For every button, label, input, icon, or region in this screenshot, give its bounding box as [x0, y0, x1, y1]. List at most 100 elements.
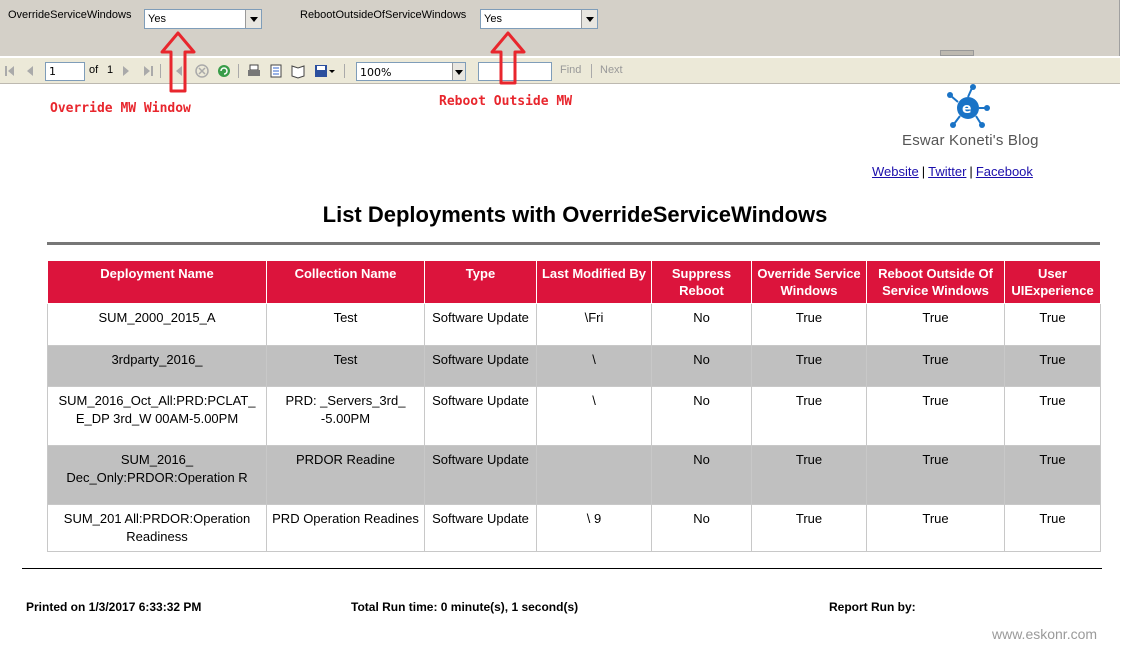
page-of-label: of	[89, 64, 99, 76]
type-cell: Software Update	[424, 504, 537, 552]
column-header: User UIExperience	[1004, 260, 1101, 304]
column-header: Suppress Reboot	[651, 260, 752, 304]
last-page-icon[interactable]	[140, 63, 156, 79]
column-header: Deployment Name	[47, 260, 267, 304]
run-time-text: Total Run time: 0 minute(s), 1 second(s)	[351, 600, 579, 614]
column-header: Last Modified By	[536, 260, 652, 304]
column-header: Type	[424, 260, 537, 304]
social-links: Website | Twitter | Facebook	[872, 164, 1033, 179]
find-link[interactable]: Find	[560, 64, 581, 76]
print-icon[interactable]	[246, 63, 262, 79]
override-param-value: Yes	[148, 13, 166, 25]
svg-text:e: e	[962, 101, 972, 117]
title-divider	[47, 242, 1100, 245]
chevron-down-icon[interactable]	[452, 63, 465, 80]
modified-by-cell: \Fri	[536, 303, 652, 346]
user-ux-cell: True	[1004, 504, 1101, 552]
override-cell: True	[751, 445, 867, 505]
override-param-label: OverrideServiceWindows	[8, 9, 132, 21]
column-header: Reboot Outside Of Service Windows	[866, 260, 1005, 304]
deployment-name-cell: SUM_2016_ Dec_Only:PRDOR:Operation R	[47, 445, 267, 505]
collection-name-cell: PRDOR Readine	[266, 445, 425, 505]
zoom-select[interactable]: 100%	[356, 62, 466, 81]
chevron-down-icon[interactable]	[581, 10, 597, 28]
modified-by-cell	[536, 445, 652, 505]
refresh-icon[interactable]	[216, 63, 232, 79]
suppress-reboot-cell: No	[651, 386, 752, 446]
reboot-outside-cell: True	[866, 504, 1005, 552]
report-run-by-text: Report Run by:	[829, 600, 916, 614]
page-total-label: 1	[107, 64, 114, 76]
annotation-override-label: Override MW Window	[50, 101, 191, 116]
type-cell: Software Update	[424, 445, 537, 505]
override-cell: True	[751, 504, 867, 552]
suppress-reboot-cell: No	[651, 303, 752, 346]
facebook-link[interactable]: Facebook	[976, 164, 1033, 179]
next-link[interactable]: Next	[600, 64, 623, 76]
modified-by-cell: \ 9	[536, 504, 652, 552]
user-ux-cell: True	[1004, 386, 1101, 446]
column-header: Collection Name	[266, 260, 425, 304]
type-cell: Software Update	[424, 386, 537, 446]
blog-name: Eswar Koneti's Blog	[902, 132, 1039, 149]
deployment-name-cell: SUM_201 All:PRDOR:Operation Readiness	[47, 504, 267, 552]
reboot-outside-cell: True	[866, 345, 1005, 387]
page-setup-icon[interactable]	[290, 63, 306, 79]
type-cell: Software Update	[424, 303, 537, 346]
reboot-outside-cell: True	[866, 303, 1005, 346]
chevron-down-icon[interactable]	[328, 63, 336, 79]
user-ux-cell: True	[1004, 345, 1101, 387]
twitter-link[interactable]: Twitter	[928, 164, 966, 179]
collapse-parameters-button[interactable]	[940, 50, 974, 56]
collection-name-cell: PRD: _Servers_3rd_ -5.00PM	[266, 386, 425, 446]
suppress-reboot-cell: No	[651, 504, 752, 552]
collection-name-cell: Test	[266, 303, 425, 346]
override-cell: True	[751, 386, 867, 446]
first-page-icon[interactable]	[2, 63, 18, 79]
type-cell: Software Update	[424, 345, 537, 387]
site-watermark: www.eskonr.com	[992, 626, 1098, 642]
chevron-down-icon[interactable]	[245, 10, 261, 28]
deployment-name-cell: 3rdparty_2016_	[47, 345, 267, 387]
deployments-table: Deployment Name Collection Name Type Las…	[47, 260, 1101, 552]
table-header-row: Deployment Name Collection Name Type Las…	[47, 260, 1101, 304]
deployment-name-cell: SUM_2000_2015_A	[47, 303, 267, 346]
table-row: SUM_2016_ Dec_Only:PRDOR:Operation R PRD…	[47, 445, 1101, 505]
table-row: SUM_2016_Oct_All:PRD:PCLAT_ E_DP 3rd_W 0…	[47, 386, 1101, 446]
website-link[interactable]: Website	[872, 164, 919, 179]
suppress-reboot-cell: No	[651, 345, 752, 387]
reboot-outside-cell: True	[866, 386, 1005, 446]
table-row: SUM_2000_2015_A Test Software Update \Fr…	[47, 303, 1101, 346]
reboot-param-value: Yes	[484, 13, 502, 25]
annotation-arrow-reboot	[490, 31, 526, 85]
modified-by-cell: \	[536, 345, 652, 387]
override-cell: True	[751, 345, 867, 387]
override-cell: True	[751, 303, 867, 346]
footer-divider	[22, 568, 1102, 569]
modified-by-cell: \	[536, 386, 652, 446]
print-layout-icon[interactable]	[268, 63, 284, 79]
next-page-icon[interactable]	[118, 63, 134, 79]
collection-name-cell: Test	[266, 345, 425, 387]
zoom-value: 100%	[360, 66, 392, 79]
reboot-outside-cell: True	[866, 445, 1005, 505]
printed-on-text: Printed on 1/3/2017 6:33:32 PM	[26, 600, 202, 614]
blog-logo-icon: e	[947, 84, 990, 128]
annotation-arrow-override	[160, 31, 196, 93]
table-row: SUM_201 All:PRDOR:Operation Readiness PR…	[47, 504, 1101, 552]
user-ux-cell: True	[1004, 445, 1101, 505]
page-number-input[interactable]: 1	[45, 62, 85, 81]
user-ux-cell: True	[1004, 303, 1101, 346]
table-row: 3rdparty_2016_ Test Software Update \ No…	[47, 345, 1101, 387]
reboot-param-select[interactable]: Yes	[480, 9, 598, 29]
column-header: Override Service Windows	[751, 260, 867, 304]
reboot-param-label: RebootOutsideOfServiceWindows	[300, 9, 467, 21]
annotation-reboot-label: Reboot Outside MW	[439, 94, 573, 109]
suppress-reboot-cell: No	[651, 445, 752, 505]
collection-name-cell: PRD Operation Readines	[266, 504, 425, 552]
override-param-select[interactable]: Yes	[144, 9, 262, 29]
export-icon[interactable]	[313, 63, 329, 79]
previous-page-icon[interactable]	[22, 63, 38, 79]
report-title: List Deployments with OverrideServiceWin…	[322, 202, 828, 227]
deployment-name-cell: SUM_2016_Oct_All:PRD:PCLAT_ E_DP 3rd_W 0…	[47, 386, 267, 446]
